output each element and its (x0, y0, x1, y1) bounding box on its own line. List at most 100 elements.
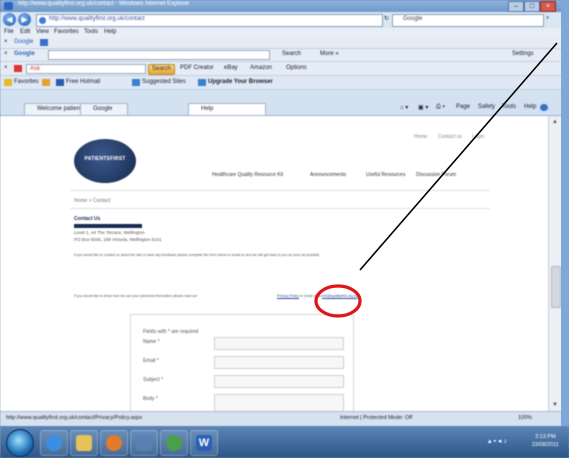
menu-edit[interactable]: Edit (20, 29, 30, 35)
nav-announcements[interactable]: Announcements (310, 172, 346, 178)
contact-form: Fields with * are required Name * Email … (130, 314, 354, 411)
top-link-contact[interactable]: Contact us (438, 134, 462, 140)
top-link-home[interactable]: Home (414, 134, 427, 140)
title-bar: http://www.qualityfirst.org.uk/contact -… (0, 0, 569, 12)
tray-icons[interactable]: ▴ ▪ ◂ ♪ (488, 437, 507, 445)
name-field[interactable] (214, 337, 344, 350)
web-page: Home Contact us Login PATIENTSFIRST Heal… (0, 116, 548, 411)
help-icon[interactable] (540, 104, 548, 111)
site-logo[interactable]: PATIENTSFIRST (74, 139, 136, 183)
amazon-button[interactable]: Amazon (250, 65, 272, 71)
tab-google[interactable]: Google (80, 103, 128, 115)
pdf-creator-button[interactable]: PDF Creator (180, 65, 214, 71)
page-menu[interactable]: Page (456, 104, 470, 110)
back-button[interactable]: ◀ (3, 13, 16, 26)
toolbar-1-icon[interactable] (40, 39, 48, 46)
address-bar[interactable]: http://www.qualityfirst.org.uk/contact (36, 14, 383, 27)
scroll-thumb[interactable] (551, 266, 561, 308)
address-line-2: PO Box 6645, 199 Victoria, Wellington 61… (74, 237, 162, 242)
chrome-taskbar-button[interactable] (160, 430, 188, 456)
safety-menu[interactable]: Safety (478, 104, 495, 110)
feeds-icon[interactable]: ▣ ▾ (418, 104, 428, 111)
top-link-login[interactable]: Login (472, 134, 484, 140)
email-link[interactable]: info@qualityfirst.org.uk (322, 294, 358, 298)
forward-button[interactable]: ▶ (18, 13, 31, 26)
google-logo: Google (14, 51, 35, 57)
vertical-scrollbar[interactable]: ▲ ▼ (548, 116, 562, 411)
status-zoom[interactable]: 100% (518, 415, 532, 421)
suggested-sites-icon (132, 79, 140, 86)
close-button[interactable]: × (540, 1, 556, 12)
tab-active[interactable]: Help (188, 103, 266, 115)
start-button[interactable] (6, 429, 34, 457)
google-more-button[interactable]: More » (320, 51, 339, 57)
email-label: Email * (143, 358, 159, 364)
privacy-policy-link[interactable]: Privacy Policy (277, 294, 299, 298)
body-label: Body * (143, 396, 158, 402)
close-ask-toolbar-icon[interactable]: × (4, 65, 8, 71)
body-field[interactable] (214, 394, 344, 411)
add-favorite-icon[interactable] (42, 79, 50, 86)
google-toolbar-search[interactable] (48, 50, 270, 60)
close-google-toolbar-icon[interactable]: × (4, 51, 8, 57)
subject-field[interactable] (214, 375, 344, 388)
clock-date: 23/08/2011 (531, 442, 559, 448)
clock[interactable]: 2:13 PM 23/08/2011 (532, 433, 559, 449)
favorites-button[interactable]: Favorites (14, 79, 39, 85)
minimize-button[interactable]: – (508, 1, 524, 12)
spacer-row (0, 90, 569, 100)
ask-search-input[interactable]: Ask (26, 64, 146, 74)
tab-row: Welcome patients... Google Help ⌂ ▾ ▣ ▾ … (0, 100, 569, 116)
nav-discussion-forum[interactable]: Discussion Forum (416, 172, 456, 178)
menu-tools[interactable]: Tools (84, 29, 98, 35)
tab-welcome[interactable]: Welcome patients... (24, 103, 90, 115)
menu-view[interactable]: View (36, 29, 49, 35)
favorites-star-icon[interactable] (4, 79, 12, 86)
google-settings-button[interactable]: Settings (512, 51, 534, 57)
refresh-icon[interactable]: ↻ (384, 15, 389, 22)
home-icon[interactable]: ⌂ ▾ (400, 104, 408, 111)
menu-help[interactable]: Help (104, 29, 116, 35)
search-input[interactable]: Google (392, 14, 544, 27)
fav-suggested-sites[interactable]: Suggested Sites (142, 79, 186, 85)
search-icon[interactable]: ⌕ (546, 15, 549, 22)
logo-text: PATIENTSFIRST (84, 156, 126, 162)
address-url: http://www.qualityfirst.org.uk/contact (49, 16, 145, 22)
page-icon (39, 17, 46, 24)
nav-resource-kit[interactable]: Healthcare Quality Resource Kit (212, 172, 283, 178)
print-icon[interactable]: ⎙ ▾ (436, 104, 445, 111)
explorer-taskbar-button[interactable] (70, 430, 98, 456)
fav-upgrade-browser[interactable]: Upgrade Your Browser (208, 79, 273, 85)
nav-useful-resources[interactable]: Useful Resources (366, 172, 405, 178)
google-toolbar: × Google Search More » Settings (0, 49, 569, 62)
contact-heading: Contact Us (74, 216, 101, 222)
privacy-text-pre: If you would like to know how we use you… (74, 294, 198, 298)
scroll-down-icon[interactable]: ▼ (551, 401, 559, 409)
google-search-button[interactable]: Search (282, 51, 301, 57)
menu-bar: File Edit View Favorites Tools Help (0, 28, 569, 38)
status-url: http://www.qualityfirst.org.uk/contact/P… (6, 415, 143, 421)
options-button[interactable]: Options (286, 65, 307, 71)
hotmail-icon (56, 79, 64, 86)
upgrade-icon (198, 79, 206, 86)
scroll-up-icon[interactable]: ▲ (551, 118, 559, 126)
browser-window: http://www.qualityfirst.org.uk/contact -… (0, 0, 569, 458)
word-taskbar-button[interactable]: W (190, 430, 218, 456)
help-menu[interactable]: Help (524, 104, 536, 110)
tools-menu[interactable]: Tools (502, 104, 516, 110)
maximize-button[interactable]: □ (524, 1, 540, 12)
window-title: http://www.qualityfirst.org.uk/contact -… (18, 1, 190, 7)
fav-free-hotmail[interactable]: Free Hotmail (66, 79, 100, 85)
email-field[interactable] (214, 356, 344, 369)
app-taskbar-button[interactable] (130, 430, 158, 456)
ebay-button[interactable]: eBay (224, 65, 238, 71)
ie-taskbar-button[interactable] (40, 430, 68, 456)
media-taskbar-button[interactable] (100, 430, 128, 456)
form-heading: Fields with * are required (143, 329, 199, 335)
menu-file[interactable]: File (4, 29, 14, 35)
window-edge (561, 0, 569, 458)
close-toolbar-icon[interactable]: × (4, 39, 8, 45)
status-bar: http://www.qualityfirst.org.uk/contact/P… (0, 411, 561, 427)
menu-favorites[interactable]: Favorites (54, 29, 79, 35)
ask-search-button[interactable]: Search (148, 64, 176, 75)
